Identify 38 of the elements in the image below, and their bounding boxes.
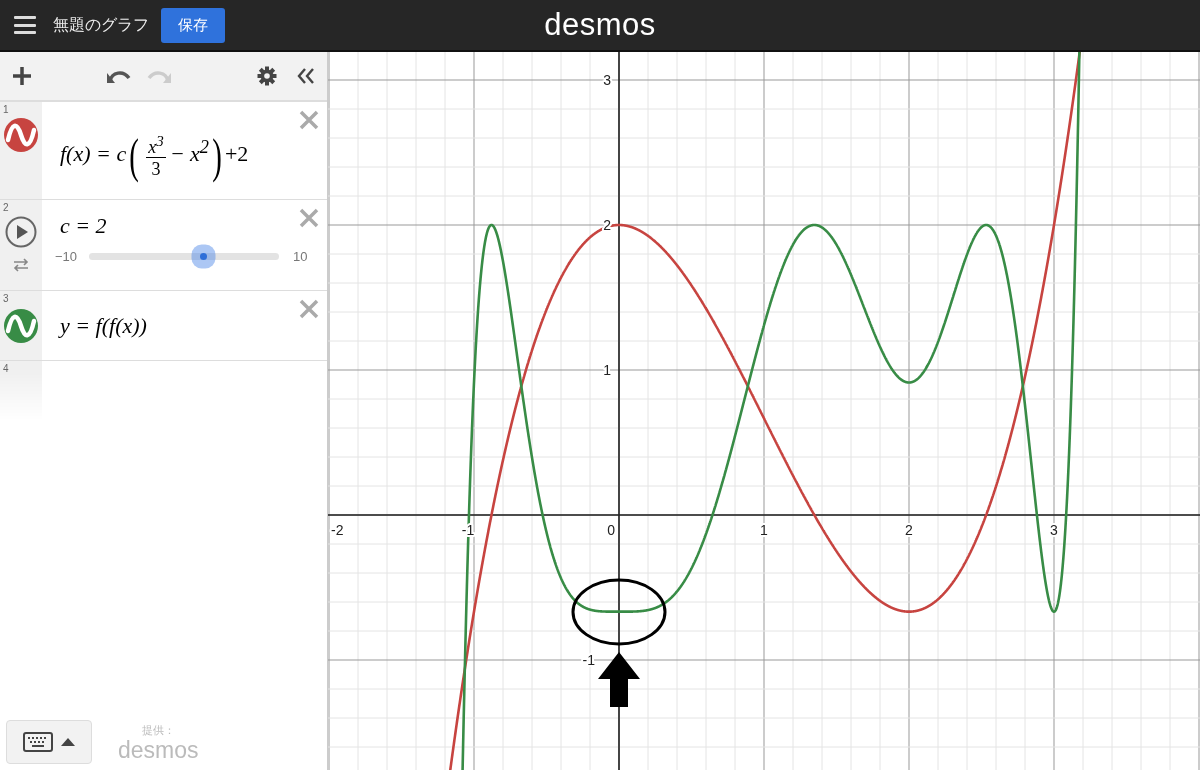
axis-label: 3 — [1050, 522, 1058, 538]
axis-label: 3 — [603, 72, 611, 88]
line-number: 1 — [3, 104, 9, 115]
add-icon[interactable] — [12, 66, 32, 86]
slider-max: 10 — [293, 248, 308, 264]
caret-icon — [61, 738, 75, 746]
collapse-icon[interactable] — [297, 67, 315, 85]
credit-label: 提供： — [141, 723, 175, 738]
graph-wave-icon[interactable] — [4, 118, 38, 152]
axis-label: -2 — [331, 522, 344, 538]
line-number: 3 — [3, 293, 9, 304]
delete-icon[interactable] — [299, 299, 319, 319]
graph-title[interactable]: 無題のグラフ — [53, 14, 149, 36]
line-number: 4 — [3, 363, 9, 374]
pointer-arrow — [598, 652, 640, 707]
axis-label: 1 — [760, 522, 768, 538]
slider-min: −10 — [55, 248, 78, 264]
play-icon[interactable] — [5, 216, 37, 248]
save-button[interactable]: 保存 — [161, 7, 225, 43]
axis-label: 0 — [607, 522, 615, 538]
graph-wave-icon[interactable] — [4, 308, 38, 343]
axis-label: -1 — [582, 652, 595, 668]
delete-icon[interactable] — [299, 110, 319, 130]
variable-expression[interactable]: c = 2 — [60, 212, 327, 239]
desmos-logo: desmos — [118, 738, 199, 762]
desmos-logo: desmos — [544, 7, 656, 42]
equation-expression[interactable]: y = f(f(x)) — [60, 312, 327, 339]
delete-icon[interactable] — [299, 208, 319, 228]
loop-icon[interactable] — [12, 258, 30, 272]
settings-icon[interactable] — [257, 66, 277, 86]
keyboard-icon — [23, 732, 53, 752]
axis-label: 1 — [603, 362, 611, 378]
axis-label: 2 — [905, 522, 913, 538]
slider-track[interactable] — [89, 252, 280, 260]
menu-icon[interactable] — [14, 16, 36, 34]
line-number: 2 — [3, 202, 9, 213]
keyboard-button[interactable] — [6, 720, 92, 764]
slider-thumb[interactable] — [199, 252, 207, 260]
